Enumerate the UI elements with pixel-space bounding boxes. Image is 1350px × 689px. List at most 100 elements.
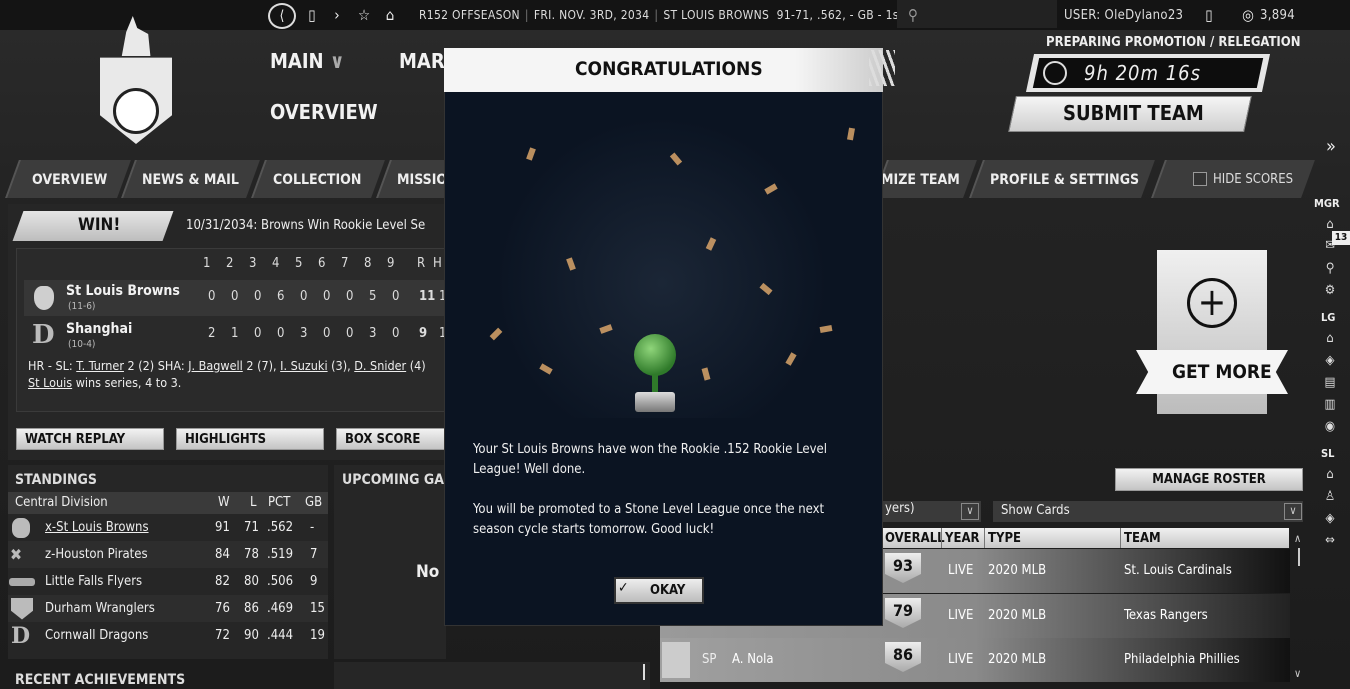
player-link-suzuki[interactable]: I. Suzuki	[280, 358, 327, 373]
box-score-button[interactable]: BOX SCORE	[336, 428, 446, 450]
col-divider	[941, 528, 942, 548]
sl-location-icon[interactable]: ◈	[1320, 511, 1340, 529]
col-team[interactable]: TEAM	[1124, 531, 1161, 546]
standings-team[interactable]: z-Houston Pirates	[45, 547, 148, 562]
transfer-icon[interactable]: ⇔	[1320, 533, 1340, 551]
home-inning-8: 5	[369, 289, 377, 304]
points-value: 3,894	[1260, 8, 1295, 23]
standings-losses: 86	[244, 601, 259, 616]
news-card-icon[interactable]: ▤	[1320, 375, 1340, 393]
away-inning-6: 0	[323, 326, 331, 341]
expand-icon[interactable]: »	[1326, 136, 1336, 157]
sidebar-search-icon[interactable]: ⚲	[1320, 261, 1340, 279]
away-team-record: (10-4)	[68, 339, 96, 350]
col-type[interactable]: TYPE	[988, 531, 1021, 546]
scrollbar-thumb[interactable]	[1298, 548, 1300, 566]
away-team-name: Shanghai	[66, 321, 133, 337]
standings-losses: 90	[244, 628, 259, 643]
standings-pct: .469	[267, 601, 294, 616]
flyers-logo-icon	[9, 577, 35, 586]
sl-home-icon[interactable]: ⌂	[1320, 467, 1340, 485]
tab-optimize-label: MIZE TEAM	[881, 172, 960, 188]
stats-chart-icon[interactable]: ▥	[1320, 397, 1340, 415]
forward-icon[interactable]: ›	[328, 5, 346, 25]
table-row[interactable]: Durham Wranglers 76 86 .469 15	[8, 595, 328, 622]
hide-scores-checkbox[interactable]	[1193, 172, 1207, 186]
scroll-down-icon[interactable]: ∨	[1294, 667, 1301, 680]
news-headline[interactable]: 10/31/2034: Browns Win Rookie Level Se	[186, 218, 425, 233]
standings-pct: .562	[267, 520, 294, 535]
confetti-piece	[819, 325, 833, 333]
show-cards-select[interactable]: Show Cards	[993, 501, 1303, 522]
inning-6: 6	[318, 256, 326, 271]
card-type: 2020 MLB	[988, 563, 1047, 578]
confetti-piece	[539, 363, 553, 375]
tab-collection-label: COLLECTION	[273, 172, 362, 188]
player-link-bagwell[interactable]: J. Bagwell	[188, 358, 243, 373]
table-row[interactable]: ✖ z-Houston Pirates 84 78 .519 7	[8, 541, 328, 568]
standings-pct: .444	[267, 628, 294, 643]
col-divider	[984, 528, 985, 548]
location-icon[interactable]: ◈	[1320, 353, 1340, 371]
card-team: Texas Rangers	[1124, 608, 1208, 623]
col-w: W	[218, 495, 230, 510]
page-icon[interactable]: ▯	[303, 5, 321, 25]
standings-team[interactable]: x-St Louis Browns	[45, 520, 149, 535]
scroll-up-icon[interactable]: ∧	[1294, 532, 1301, 545]
standings-team[interactable]: Durham Wranglers	[45, 601, 155, 616]
browns-logo-icon	[34, 286, 54, 310]
star-icon[interactable]: ☆	[354, 5, 374, 25]
away-inning-3: 0	[254, 326, 262, 341]
overall-badge: 79	[885, 598, 921, 628]
highlights-button[interactable]: HIGHLIGHTS	[176, 428, 324, 450]
card-year: LIVE	[948, 608, 974, 623]
table-row[interactable]: Little Falls Flyers 82 80 .506 9	[8, 568, 328, 595]
card-player-name[interactable]: A. Nola	[732, 652, 774, 667]
chevron-down-icon[interactable]: ∨	[1284, 503, 1302, 520]
col-overall[interactable]: OVERALL	[885, 531, 945, 546]
player-link-snider[interactable]: D. Snider	[354, 358, 406, 373]
sidebar-mgr-label: MGR	[1314, 197, 1340, 210]
confetti-piece	[785, 352, 797, 366]
sidebar-lg-label: LG	[1321, 311, 1336, 324]
inning-5: 5	[295, 256, 303, 271]
table-row[interactable]: SP A. Nola 86 LIVE 2020 MLB Philadelphia…	[660, 638, 1290, 682]
card-position: SP	[702, 652, 717, 667]
dragon-logo-icon: D	[32, 320, 55, 350]
table-row[interactable]: x-St Louis Browns 91 71 .562 -	[8, 514, 328, 541]
phone-icon[interactable]: ▯	[1200, 5, 1218, 25]
team-label: ST LOUIS BROWNS	[663, 8, 770, 22]
wranglers-logo-icon	[11, 597, 33, 620]
back-icon[interactable]: ⟨	[268, 3, 296, 29]
division-label: Central Division	[15, 495, 108, 510]
tab-news-label: NEWS & MAIL	[142, 172, 239, 188]
away-inning-8: 3	[369, 326, 377, 341]
home-icon[interactable]: ⌂	[380, 5, 400, 25]
standings-losses: 78	[244, 547, 259, 562]
player-link-turner[interactable]: T. Turner	[76, 358, 124, 373]
standings-team[interactable]: Cornwall Dragons	[45, 628, 148, 643]
modal-message-2: You will be promoted to a Stone Level Le…	[473, 502, 825, 537]
col-year[interactable]: YEAR	[945, 531, 980, 546]
watch-replay-button[interactable]: WATCH REPLAY	[16, 428, 164, 450]
team-link-stlouis[interactable]: St Louis	[28, 375, 72, 390]
chevron-down-icon[interactable]: ∨	[961, 503, 979, 520]
baseball-icon[interactable]: ◉	[1320, 419, 1340, 437]
home-inning-3: 0	[254, 289, 262, 304]
confetti-piece	[847, 127, 855, 141]
table-row[interactable]: D Cornwall Dragons 72 90 .444 19	[8, 622, 328, 649]
player-icon[interactable]: ♙	[1320, 489, 1340, 507]
settings-gear-icon[interactable]: ⚙	[1320, 283, 1340, 301]
standings-losses: 71	[244, 520, 259, 535]
away-runs: 9	[419, 326, 428, 341]
home-team-name: St Louis Browns	[66, 283, 180, 299]
standings-team[interactable]: Little Falls Flyers	[45, 574, 142, 589]
home-team-record: (11-6)	[68, 301, 96, 312]
confetti-piece	[764, 183, 778, 195]
manage-roster-button[interactable]: MANAGE ROSTER	[1115, 468, 1303, 491]
card-type: 2020 MLB	[988, 608, 1047, 623]
league-home-icon[interactable]: ⌂	[1320, 331, 1340, 349]
menu-overview[interactable]: OVERVIEW	[270, 100, 378, 124]
mail-count-badge: 13	[1332, 231, 1350, 245]
menu-main[interactable]: MAIN ∨	[270, 49, 344, 73]
